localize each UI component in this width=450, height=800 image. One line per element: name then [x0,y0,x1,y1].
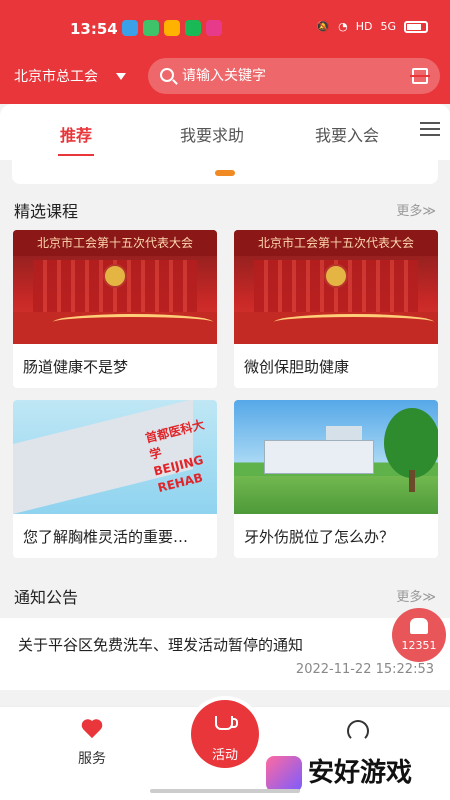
mute-icon: 🔕 [316,20,331,33]
person-icon [347,720,369,742]
search-input[interactable] [182,64,402,88]
emblem-icon [103,264,127,288]
tab-join[interactable]: 我要入会 [315,122,379,146]
watermark-text: 安好游戏 [308,758,413,788]
tree-trunk [409,470,415,492]
course-thumbnail: 北京市工会第十五次代表大会 [13,230,217,344]
tree [384,408,438,478]
notice-timestamp: 2022-11-22 15:22:53 [295,662,434,677]
course-title: 您了解胸椎灵活的重要… [23,528,189,546]
active-tab-indicator [58,154,94,156]
status-time: 13:54 [70,20,118,38]
course-card[interactable]: 首都医科大学 BEIJING REHAB 您了解胸椎灵活的重要… [13,400,217,558]
signal-label: 5G [380,20,396,33]
notice-title: 关于平谷区免费洗车、理发活动暂停的通知 [18,636,304,654]
heart-icon [81,720,103,740]
nav-profile[interactable] [328,720,388,750]
phone-icon [410,618,428,634]
course-title: 牙外伤脱位了怎么办？ [244,528,395,546]
nav-service[interactable]: 服务 [62,720,122,768]
menu-icon[interactable] [420,122,440,136]
system-icons: 🔕 ◔ HD 5G [316,20,428,33]
nav-activity[interactable]: 活动 [191,700,259,768]
app-header: 13:54 🔕 ◔ HD 5G 北京市总工会 [0,0,450,104]
search-icon [160,68,174,82]
search-bar[interactable] [148,58,440,94]
course-title: 微创保胆助健康 [244,358,350,376]
status-bar: 13:54 🔕 ◔ HD 5G [0,0,450,56]
carousel-indicator [215,170,235,176]
notice-item[interactable]: 关于平谷区免费洗车、理发活动暂停的通知 2022-11-22 15:22:53 [0,618,450,690]
location-label: 北京市总工会 [14,69,98,85]
swoosh [274,314,434,330]
notices-more-link[interactable]: 更多≫ [396,586,436,605]
wechat-icon [185,20,201,36]
course-title: 肠道健康不是梦 [23,358,129,376]
building [264,440,374,474]
watermark-logo [266,756,302,792]
hd-label: HD [355,20,373,33]
notices-title: 通知公告 [14,588,79,607]
app-notification-icon [164,20,180,36]
thumbnail-caption: 北京市工会第十五次代表大会 [13,230,217,256]
notification-icons [122,20,222,36]
scan-icon[interactable] [410,68,430,84]
courses-more-link[interactable]: 更多≫ [396,200,436,219]
hotline-button[interactable]: 12351 [392,608,446,662]
tab-recommend[interactable]: 推荐 [60,122,92,146]
thumbnail-caption: 北京市工会第十五次代表大会 [234,230,438,256]
nav-activity-label: 活动 [211,748,238,763]
course-card[interactable]: 北京市工会第十五次代表大会 肠道健康不是梦 [13,230,217,388]
course-thumbnail [234,400,438,514]
building [326,426,362,440]
app-notification-icon [206,20,222,36]
tab-bar: 推荐 我要求助 我要入会 [0,104,450,160]
chevron-down-icon [116,72,126,80]
wifi-icon: ◔ [338,20,348,33]
app-notification-icon [122,20,138,36]
lawn [234,476,438,514]
thumbnail-caption: 首都医科大学 BEIJING REHAB [143,417,206,496]
home-indicator[interactable] [150,789,300,793]
hotline-number: 12351 [401,639,437,652]
app-notification-icon [143,20,159,36]
course-card[interactable]: 牙外伤脱位了怎么办？ [234,400,438,558]
emblem-icon [324,264,348,288]
course-thumbnail: 首都医科大学 BEIJING REHAB [13,400,217,514]
course-thumbnail: 北京市工会第十五次代表大会 [234,230,438,344]
swoosh [53,314,213,330]
tab-help[interactable]: 我要求助 [180,122,244,146]
nav-service-label: 服务 [78,751,106,767]
course-card[interactable]: 北京市工会第十五次代表大会 微创保胆助健康 [234,230,438,388]
cup-icon [215,716,238,730]
location-selector[interactable]: 北京市总工会 [14,66,126,86]
courses-title: 精选课程 [14,202,79,221]
battery-icon [404,20,428,33]
